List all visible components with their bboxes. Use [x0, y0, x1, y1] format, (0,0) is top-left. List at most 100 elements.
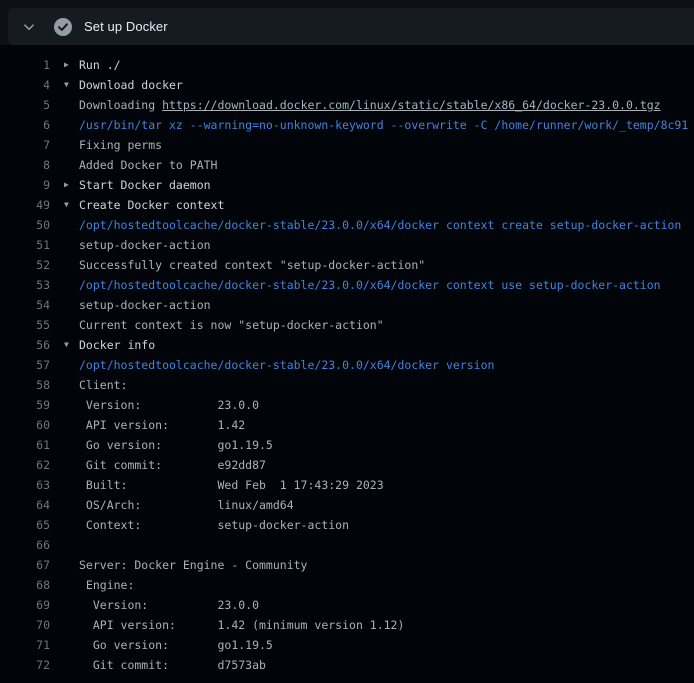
group-toggle-icon	[50, 275, 79, 295]
line-text[interactable]: Create Docker context	[79, 195, 224, 215]
group-toggle-icon	[50, 295, 79, 315]
line-text[interactable]: Start Docker daemon	[79, 175, 211, 195]
group-toggle-icon	[50, 235, 79, 255]
line-text[interactable]: Download docker	[79, 75, 183, 95]
step-header[interactable]: Set up Docker	[8, 8, 694, 45]
line-number[interactable]: 72	[0, 655, 50, 675]
line-text[interactable]: Run ./	[79, 55, 121, 75]
log-line: 63 Built: Wed Feb 1 17:43:29 2023	[0, 475, 694, 495]
line-text[interactable]: Docker info	[79, 335, 155, 355]
log-line: 58 Client:	[0, 375, 694, 395]
line-number[interactable]: 69	[0, 595, 50, 615]
group-toggle-icon	[50, 355, 79, 375]
log-line: 49 ▼ Create Docker context	[0, 195, 694, 215]
group-toggle-icon[interactable]: ▶	[50, 55, 79, 75]
line-number[interactable]: 59	[0, 395, 50, 415]
line-text: Server: Docker Engine - Community	[79, 555, 307, 575]
group-toggle-icon	[50, 375, 79, 395]
line-text: Go version: go1.19.5	[79, 435, 273, 455]
line-text: Version: 23.0.0	[79, 395, 259, 415]
line-number[interactable]: 49	[0, 195, 50, 215]
line-number[interactable]: 68	[0, 575, 50, 595]
line-text: Go version: go1.19.5	[79, 635, 273, 655]
line-text: Client:	[79, 375, 127, 395]
line-text: Successfully created context "setup-dock…	[79, 255, 425, 275]
log-line: 7 Fixing perms	[0, 135, 694, 155]
line-number[interactable]: 8	[0, 155, 50, 175]
log-pane[interactable]: 1 ▶ Run ./ 4 ▼ Download docker 5 Downloa…	[0, 45, 694, 683]
line-text: /opt/hostedtoolcache/docker-stable/23.0.…	[79, 275, 661, 295]
log-line: 53 /opt/hostedtoolcache/docker-stable/23…	[0, 275, 694, 295]
group-toggle-icon	[50, 555, 79, 575]
group-toggle-icon[interactable]: ▼	[50, 335, 79, 355]
log-line: 65 Context: setup-docker-action	[0, 515, 694, 535]
group-toggle-icon	[50, 595, 79, 615]
group-toggle-icon	[50, 255, 79, 275]
group-toggle-icon	[50, 575, 79, 595]
line-number[interactable]: 55	[0, 315, 50, 335]
line-number[interactable]: 53	[0, 275, 50, 295]
line-text: /opt/hostedtoolcache/docker-stable/23.0.…	[79, 355, 494, 375]
line-number[interactable]: 64	[0, 495, 50, 515]
line-number[interactable]: 50	[0, 215, 50, 235]
line-number[interactable]: 4	[0, 75, 50, 95]
line-number[interactable]: 5	[0, 95, 50, 115]
line-number[interactable]: 66	[0, 535, 50, 555]
line-number[interactable]: 63	[0, 475, 50, 495]
line-text: API version: 1.42	[79, 415, 245, 435]
line-number[interactable]: 56	[0, 335, 50, 355]
log-line: 6 /usr/bin/tar xz --warning=no-unknown-k…	[0, 115, 694, 135]
group-toggle-icon	[50, 435, 79, 455]
line-number[interactable]: 7	[0, 135, 50, 155]
line-number[interactable]: 1	[0, 55, 50, 75]
log-line: 51 setup-docker-action	[0, 235, 694, 255]
log-line: 57 /opt/hostedtoolcache/docker-stable/23…	[0, 355, 694, 375]
line-number[interactable]: 51	[0, 235, 50, 255]
group-toggle-icon	[50, 415, 79, 435]
line-text: setup-docker-action	[79, 295, 211, 315]
line-number[interactable]: 52	[0, 255, 50, 275]
log-line: 8 Added Docker to PATH	[0, 155, 694, 175]
line-number[interactable]: 58	[0, 375, 50, 395]
group-toggle-icon[interactable]: ▼	[50, 195, 79, 215]
log-line: 52 Successfully created context "setup-d…	[0, 255, 694, 275]
log-line: 9 ▶ Start Docker daemon	[0, 175, 694, 195]
group-toggle-icon[interactable]: ▼	[50, 75, 79, 95]
line-text: Git commit: e92dd87	[79, 455, 266, 475]
line-number[interactable]: 9	[0, 175, 50, 195]
group-toggle-icon	[50, 95, 79, 115]
log-line: 5 Downloading https://download.docker.co…	[0, 95, 694, 115]
log-line: 55 Current context is now "setup-docker-…	[0, 315, 694, 335]
step-title: Set up Docker	[84, 19, 168, 34]
log-line: 60 API version: 1.42	[0, 415, 694, 435]
check-circle-icon	[54, 18, 72, 36]
group-toggle-icon[interactable]: ▶	[50, 175, 79, 195]
log-line: 62 Git commit: e92dd87	[0, 455, 694, 475]
log-line: 70 API version: 1.42 (minimum version 1.…	[0, 615, 694, 635]
line-text: Git commit: d7573ab	[79, 655, 266, 675]
log-line: 59 Version: 23.0.0	[0, 395, 694, 415]
line-number[interactable]: 60	[0, 415, 50, 435]
line-number[interactable]: 54	[0, 295, 50, 315]
line-text: Built: Wed Feb 1 17:43:29 2023	[79, 475, 384, 495]
line-number[interactable]: 67	[0, 555, 50, 575]
line-number[interactable]: 61	[0, 435, 50, 455]
line-number[interactable]: 70	[0, 615, 50, 635]
line-text: Added Docker to PATH	[79, 155, 217, 175]
log-line: 54 setup-docker-action	[0, 295, 694, 315]
group-toggle-icon	[50, 315, 79, 335]
log-link[interactable]: https://download.docker.com/linux/static…	[162, 98, 661, 112]
group-toggle-icon	[50, 535, 79, 555]
group-toggle-icon	[50, 115, 79, 135]
group-toggle-icon	[50, 635, 79, 655]
group-toggle-icon	[50, 455, 79, 475]
chevron-down-icon[interactable]	[21, 19, 37, 35]
line-text: /opt/hostedtoolcache/docker-stable/23.0.…	[79, 215, 681, 235]
line-number[interactable]: 71	[0, 635, 50, 655]
log-line: 69 Version: 23.0.0	[0, 595, 694, 615]
line-number[interactable]: 62	[0, 455, 50, 475]
line-number[interactable]: 6	[0, 115, 50, 135]
line-number[interactable]: 65	[0, 515, 50, 535]
line-number[interactable]: 57	[0, 355, 50, 375]
group-toggle-icon	[50, 495, 79, 515]
